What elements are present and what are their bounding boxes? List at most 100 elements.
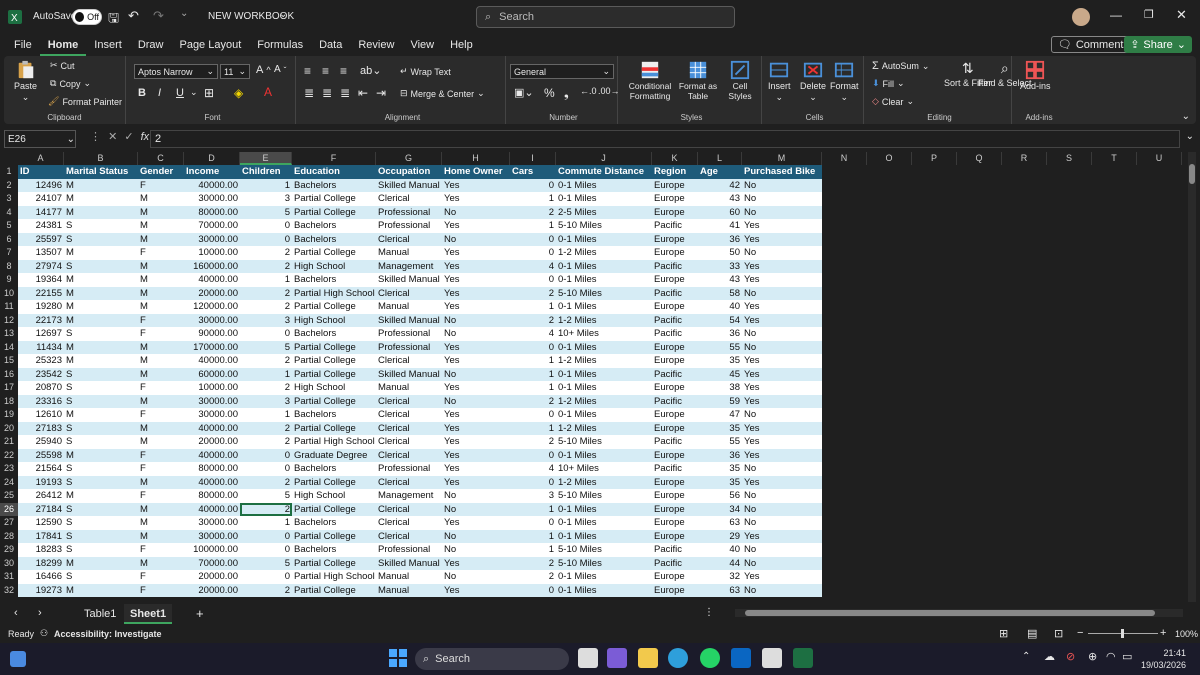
table-cell[interactable]: M [138,422,184,436]
table-cell[interactable]: 11434 [18,341,64,355]
table-cell[interactable]: 23316 [18,395,64,409]
table-cell[interactable]: 0-1 Miles [556,260,652,274]
table-cell[interactable]: F [138,449,184,463]
table-cell[interactable]: 5-10 Miles [556,543,652,557]
table-cell[interactable]: 43 [698,273,742,287]
column-header-h[interactable]: H [442,152,510,165]
column-header-b[interactable]: B [64,152,138,165]
table-cell[interactable]: F [138,179,184,193]
table-cell[interactable]: No [742,557,822,571]
format-as-table-button[interactable]: Format as Table [678,60,718,101]
table-cell[interactable]: M [138,354,184,368]
table-cell[interactable]: 10000.00 [184,381,240,395]
table-cell[interactable]: 1-2 Miles [556,314,652,328]
table-cell[interactable]: 1 [510,192,556,206]
table-cell[interactable]: Yes [442,408,510,422]
zoom-slider-thumb[interactable] [1121,629,1124,638]
table-cell[interactable]: No [442,503,510,517]
row-header[interactable]: 5 [0,219,18,233]
table-cell[interactable]: M [64,584,138,598]
teams-icon[interactable] [607,648,627,668]
row-header[interactable]: 7 [0,246,18,260]
row-header[interactable]: 22 [0,449,18,463]
table-cell[interactable]: Clerical [376,516,442,530]
row-header[interactable]: 3 [0,192,18,206]
italic-button[interactable]: I [158,87,161,99]
table-cell[interactable]: Graduate Degree [292,449,376,463]
increase-indent-icon[interactable]: ⇥ [376,86,386,100]
orientation-icon[interactable]: ab⌄ [360,64,381,77]
redo-icon[interactable]: ↷ [153,8,164,24]
row-header[interactable]: 8 [0,260,18,274]
table-cell[interactable]: 2 [510,287,556,301]
column-header-i[interactable]: I [510,152,556,165]
table-cell[interactable]: M [138,206,184,220]
table-cell[interactable]: Yes [442,584,510,598]
table-cell[interactable]: 3 [240,395,292,409]
table-cell[interactable]: 35 [698,354,742,368]
table-cell[interactable]: S [64,462,138,476]
table-cell[interactable]: 1 [510,381,556,395]
row-header[interactable]: 9 [0,273,18,287]
table-cell[interactable]: No [742,516,822,530]
table-cell[interactable]: 0-1 Miles [556,381,652,395]
wifi-icon[interactable]: ◠ [1106,650,1116,663]
table-cell[interactable]: Pacific [652,557,698,571]
table-cell[interactable]: 30000.00 [184,530,240,544]
column-header-e[interactable]: E [240,152,292,165]
table-cell[interactable]: Clerical [376,408,442,422]
menu-item-view[interactable]: View [402,34,442,56]
zoom-in-icon[interactable]: + [1160,627,1166,639]
table-cell[interactable]: 40000.00 [184,422,240,436]
table-cell[interactable]: M [138,516,184,530]
table-cell[interactable]: 27974 [18,260,64,274]
table-cell[interactable]: 1 [510,543,556,557]
table-cell[interactable]: High School [292,489,376,503]
table-cell[interactable]: Europe [652,408,698,422]
table-cell[interactable]: Clerical [376,435,442,449]
table-cell[interactable]: 25597 [18,233,64,247]
table-cell[interactable]: Skilled Manual [376,179,442,193]
table-cell[interactable]: M [138,192,184,206]
accessibility-status[interactable]: Accessibility: Investigate [54,629,162,639]
table-cell[interactable]: Bachelors [292,462,376,476]
table-cell[interactable]: 1 [240,273,292,287]
table-cell[interactable]: 14177 [18,206,64,220]
table-cell[interactable]: Europe [652,233,698,247]
wrap-text-button[interactable]: ↵ Wrap Text [400,66,451,77]
table-cell[interactable]: Manual [376,381,442,395]
table-cell[interactable]: Partial College [292,422,376,436]
table-cell[interactable]: 0 [510,584,556,598]
table-cell[interactable]: Yes [442,435,510,449]
table-cell[interactable]: Partial College [292,530,376,544]
table-cell[interactable]: 2 [240,584,292,598]
table-header-cell[interactable]: Purchased Bike [742,165,822,179]
table-cell[interactable]: 32 [698,570,742,584]
table-cell[interactable]: Clerical [376,503,442,517]
table-cell[interactable]: 0-1 Miles [556,300,652,314]
excel-taskbar-icon[interactable] [793,648,813,668]
table-cell[interactable]: M [64,246,138,260]
table-cell[interactable]: 19273 [18,584,64,598]
menu-item-data[interactable]: Data [311,34,350,56]
table-cell[interactable]: Clerical [376,233,442,247]
table-cell[interactable]: 60000.00 [184,368,240,382]
table-cell[interactable]: 36 [698,327,742,341]
table-cell[interactable]: M [64,557,138,571]
table-cell[interactable]: 1 [240,179,292,193]
table-cell[interactable]: Partial College [292,395,376,409]
fill-button[interactable]: ⬇ Fill ⌄ [872,78,905,89]
table-cell[interactable]: 2 [240,354,292,368]
table-cell[interactable]: Pacific [652,260,698,274]
table-cell[interactable]: M [138,219,184,233]
paste-button[interactable]: Paste ⌄ [14,60,37,103]
table-cell[interactable]: 10+ Miles [556,327,652,341]
table-cell[interactable]: Manual [376,300,442,314]
table-cell[interactable]: 19364 [18,273,64,287]
table-cell[interactable]: 12590 [18,516,64,530]
table-cell[interactable]: M [138,557,184,571]
table-cell[interactable]: 0-1 Miles [556,233,652,247]
table-cell[interactable]: Bachelors [292,327,376,341]
table-cell[interactable]: Yes [442,476,510,490]
table-cell[interactable]: 0-1 Miles [556,192,652,206]
